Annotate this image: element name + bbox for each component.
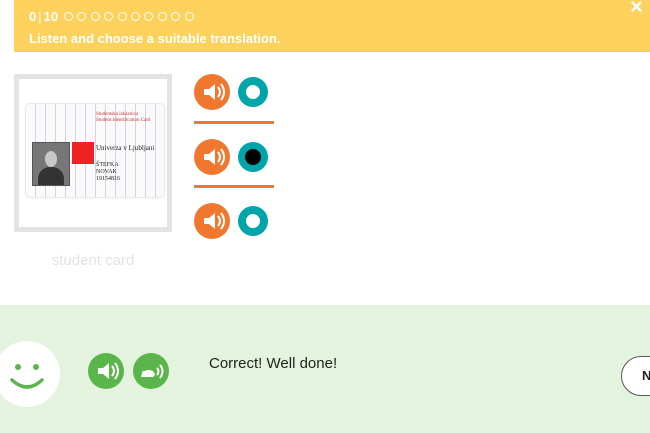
progress-dot [117,12,127,21]
card-university: Univerza v Ljubljani [96,144,155,152]
option-radio[interactable] [238,77,268,107]
instruction-text: Listen and choose a suitable translation… [29,31,281,46]
next-button[interactable]: N [621,356,650,396]
prompt-image-frame: Studentska izkaznica Student Identificat… [14,74,172,232]
progress-dot [184,12,194,21]
option-radio[interactable] [238,206,268,236]
speaker-icon[interactable] [194,139,230,175]
progress-dot [104,12,114,21]
feedback-message: Correct! Well done! [209,355,338,372]
card-photo [32,142,70,186]
progress-dots [64,12,198,21]
option-divider [194,121,274,124]
option-radio-selected[interactable] [238,142,268,172]
smiley-icon [0,341,60,407]
progress-current: 0 [29,9,37,24]
progress-dot [144,12,154,21]
card-org-text: Studentska izkaznica Student Identificat… [96,112,151,123]
speaker-icon[interactable] [194,203,230,239]
progress-dot [131,12,141,21]
student-card-image: Studentska izkaznica Student Identificat… [26,104,164,197]
feedback-panel: Correct! Well done! N [0,305,650,433]
progress-dot [77,12,87,21]
progress-dot [157,12,167,21]
image-caption: student card [51,252,135,269]
card-red-square [72,142,94,164]
progress-dot [171,12,181,21]
option-divider [194,185,274,188]
progress-indicator: 0 | 10 [29,9,198,24]
close-icon[interactable]: × [630,0,643,20]
progress-dot [90,12,100,21]
progress-dot [64,12,74,21]
play-audio-icon[interactable] [88,353,124,389]
progress-separator: | [38,9,42,24]
speaker-icon[interactable] [194,74,230,110]
progress-total: 10 [43,9,59,24]
slow-audio-icon[interactable] [133,353,169,389]
card-name: ŠTEFKA NOVAK 19154816 [96,162,120,182]
